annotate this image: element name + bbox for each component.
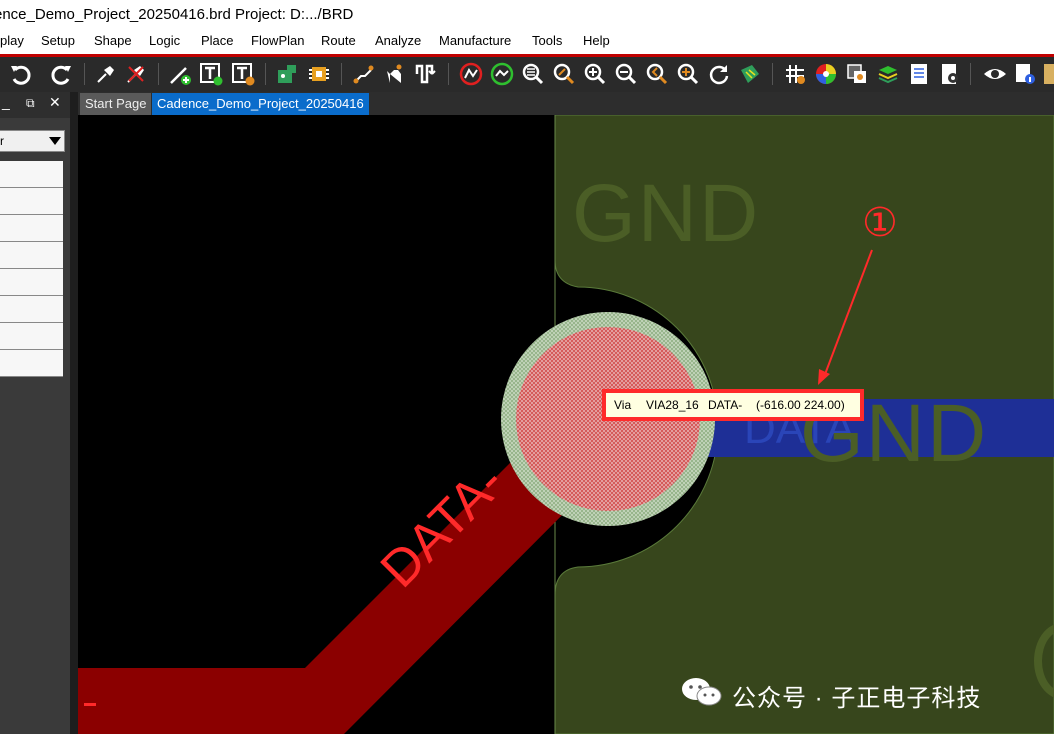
- menu-manufacture[interactable]: Manufacture: [439, 33, 511, 48]
- menu-bar: play Setup Shape Logic Place FlowPlan Ro…: [0, 30, 1054, 57]
- ruler-icon[interactable]: [1043, 62, 1054, 86]
- layers-icon[interactable]: [876, 62, 900, 86]
- zoom-points-icon[interactable]: [676, 62, 700, 86]
- tooltip-type: Via: [614, 398, 632, 412]
- zoom-prev-icon[interactable]: [645, 62, 669, 86]
- grid-icon[interactable]: [783, 62, 807, 86]
- zoom-center-icon[interactable]: [552, 62, 576, 86]
- shadow-icon[interactable]: [845, 62, 869, 86]
- change-text-icon[interactable]: [231, 62, 255, 86]
- tab-strip: Start Page Cadence_Demo_Project_20250416: [78, 92, 1054, 115]
- undo-icon[interactable]: [8, 62, 32, 86]
- menu-tools[interactable]: Tools: [532, 33, 562, 48]
- annotation-circle-1: ①: [862, 201, 898, 245]
- tooltip-coords: (-616.00 224.00): [756, 398, 845, 412]
- chevron-down-icon[interactable]: [49, 137, 61, 145]
- watermark-text: 公众号 · 子正电子科技: [732, 685, 982, 712]
- wechat-icon: [682, 678, 722, 706]
- menu-place[interactable]: Place: [201, 33, 234, 48]
- toolbar-separator: [341, 63, 342, 85]
- tab-start-page[interactable]: Start Page: [80, 93, 152, 115]
- add-connect-icon[interactable]: [168, 62, 192, 86]
- tooltip-padstack: VIA28_16: [646, 398, 699, 412]
- left-panel: _ ⧉ ✕ r: [0, 92, 70, 734]
- tab-cadence-demo-project[interactable]: Cadence_Demo_Project_20250416: [152, 93, 369, 115]
- menu-flowplan[interactable]: FlowPlan: [251, 33, 304, 48]
- menu-setup[interactable]: Setup: [41, 33, 75, 48]
- panel-row[interactable]: [0, 188, 63, 215]
- redraw-icon[interactable]: [707, 62, 731, 86]
- zoom-world-icon[interactable]: [490, 62, 514, 86]
- design-canvas[interactable]: GND DATA GND DATA- ①: [78, 115, 1054, 734]
- via-pad[interactable]: [516, 327, 700, 511]
- zoom-in-icon[interactable]: [583, 62, 607, 86]
- panel-row[interactable]: [0, 323, 63, 350]
- panel-row[interactable]: [0, 269, 63, 296]
- toolbar-separator: [772, 63, 773, 85]
- settings-icon[interactable]: [938, 62, 962, 86]
- title-bar: ence_Demo_Project_20250416.brd Project: …: [0, 0, 1054, 30]
- menu-display[interactable]: play: [0, 33, 24, 48]
- report-icon[interactable]: [907, 62, 931, 86]
- minimize-icon[interactable]: _: [2, 94, 10, 110]
- add-text-icon[interactable]: [199, 62, 223, 86]
- panel-combo[interactable]: r: [0, 130, 65, 152]
- panel-row[interactable]: [0, 296, 63, 323]
- watermark: 公众号 · 子正电子科技: [680, 674, 980, 712]
- restore-icon[interactable]: ⧉: [26, 96, 35, 111]
- menu-help[interactable]: Help: [583, 33, 610, 48]
- component-icon[interactable]: [307, 62, 331, 86]
- tooltip-net: DATA-: [708, 398, 743, 412]
- menu-analyze[interactable]: Analyze: [375, 33, 421, 48]
- board-icon[interactable]: [738, 62, 762, 86]
- menu-logic[interactable]: Logic: [149, 33, 180, 48]
- panel-combo-value: r: [0, 134, 4, 148]
- panel-row[interactable]: [0, 215, 63, 242]
- unpin-icon[interactable]: [124, 62, 148, 86]
- via-tooltip: Via VIA28_16 DATA- (-616.00 224.00): [604, 391, 862, 419]
- trace-mark: [84, 703, 96, 706]
- panel-header: _ ⧉ ✕: [0, 92, 70, 118]
- toolbar-separator: [265, 63, 266, 85]
- redo-icon[interactable]: [50, 62, 74, 86]
- toolbar-separator: [448, 63, 449, 85]
- pin-icon[interactable]: [94, 62, 118, 86]
- close-icon[interactable]: ✕: [49, 94, 61, 111]
- drc-icon[interactable]: [459, 62, 483, 86]
- zoom-fit-icon[interactable]: [521, 62, 545, 86]
- slide-icon[interactable]: [382, 62, 406, 86]
- panel-row[interactable]: [0, 242, 63, 269]
- menu-shape[interactable]: Shape: [94, 33, 132, 48]
- color-icon[interactable]: [814, 62, 838, 86]
- zoom-out-icon[interactable]: [614, 62, 638, 86]
- toolbar-separator: [84, 63, 85, 85]
- toolbar-separator: [158, 63, 159, 85]
- window-title: ence_Demo_Project_20250416.brd Project: …: [0, 6, 354, 23]
- toolbar-separator: [970, 63, 971, 85]
- gnd-label-top: GND: [572, 168, 761, 259]
- visibility-icon[interactable]: [983, 62, 1007, 86]
- pcb-icon[interactable]: [275, 62, 299, 86]
- delay-tune-icon[interactable]: [414, 62, 438, 86]
- route-icon[interactable]: [351, 62, 375, 86]
- panel-splitter[interactable]: [70, 92, 78, 734]
- toolbar: [0, 57, 1054, 92]
- panel-row[interactable]: [0, 350, 63, 377]
- info-icon[interactable]: [1013, 62, 1037, 86]
- panel-row[interactable]: [0, 161, 63, 188]
- menu-route[interactable]: Route: [321, 33, 356, 48]
